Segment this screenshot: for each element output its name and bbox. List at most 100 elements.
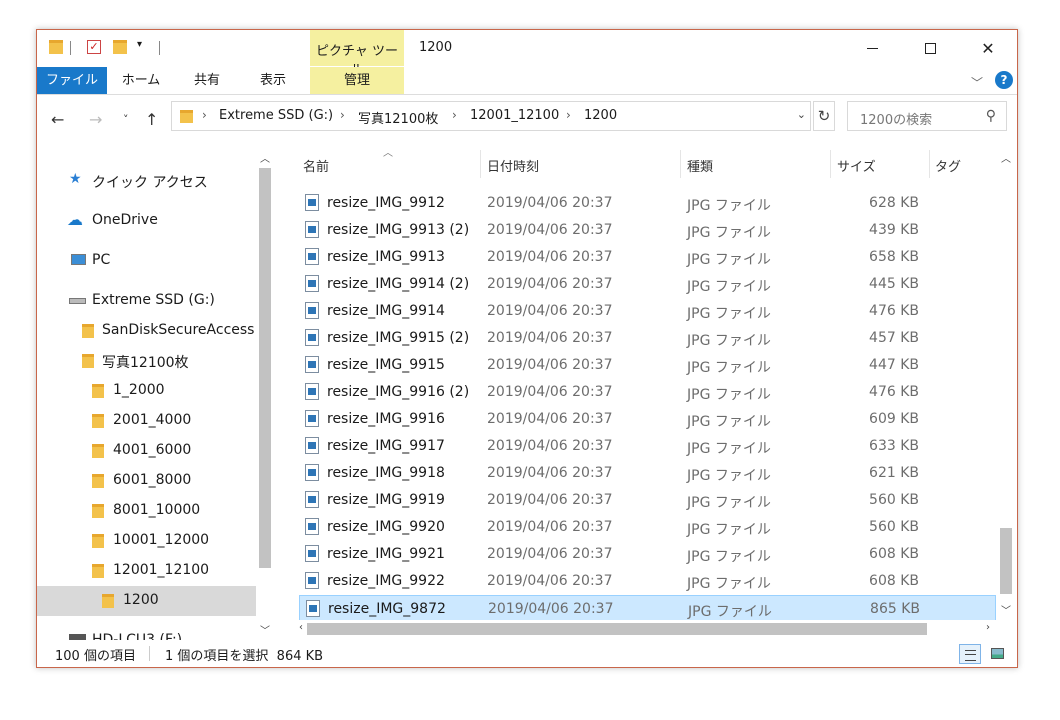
file-row[interactable]: resize_IMG_9914 (2) 2019/04/06 20:37 JPG フ… — [299, 271, 996, 298]
nav-item-1-2000[interactable]: 1_2000 — [37, 376, 257, 406]
tab-view[interactable]: 表示 — [249, 67, 297, 94]
scroll-up-icon[interactable]: ︿ — [256, 150, 274, 165]
breadcrumb-drive[interactable]: Extreme SSD (G:) — [219, 108, 333, 123]
nav-item-1200[interactable]: 1200 — [37, 586, 256, 616]
nav-item-8001-10000[interactable]: 8001_10000 — [37, 496, 257, 526]
navigation-pane: ★ クイック アクセス ☁ OneDrive PC Extreme SSD (G… — [37, 146, 274, 640]
folder-icon — [92, 474, 104, 488]
file-row[interactable]: resize_IMG_9912 2019/04/06 20:37 JPG ファイル 6… — [299, 190, 996, 217]
file-row[interactable]: resize_IMG_9915 2019/04/06 20:37 JPG ファイル 4… — [299, 352, 996, 379]
column-divider[interactable] — [680, 150, 681, 178]
nav-item-6001-8000[interactable]: 6001_8000 — [37, 466, 257, 496]
help-icon[interactable]: ? — [995, 71, 1013, 89]
large-icons-view-icon — [991, 648, 1004, 659]
chevron-right-icon[interactable]: › — [340, 108, 345, 122]
selection-info: 1 個の項目を選択 864 KB — [165, 649, 324, 664]
nav-item-4001-6000[interactable]: 4001_6000 — [37, 436, 257, 466]
column-date[interactable]: 日付時刻 — [487, 156, 539, 175]
properties-icon[interactable]: ✓ — [87, 40, 101, 54]
recent-locations-button[interactable]: ˅ — [123, 113, 129, 126]
nav-item-10001-12000[interactable]: 10001_12000 — [37, 526, 257, 556]
column-size[interactable]: サイズ — [837, 156, 876, 175]
file-row[interactable]: resize_IMG_9922 2019/04/06 20:37 JPG ファイル 6… — [299, 568, 996, 595]
scroll-down-icon[interactable]: ﹀ — [256, 622, 274, 637]
breadcrumb-current[interactable]: 1200 — [584, 108, 617, 123]
nav-scrollbar[interactable]: ︿ ﹀ — [256, 146, 274, 640]
cloud-icon: ☁ — [67, 210, 83, 229]
qat-customize-icon[interactable]: ▾ — [137, 39, 142, 50]
breadcrumb-photos[interactable]: 写真12100枚 — [358, 108, 438, 127]
column-type[interactable]: 種類 — [687, 156, 713, 175]
status-separator — [149, 646, 150, 661]
file-list-scroll-thumb[interactable] — [1000, 528, 1012, 594]
tab-home[interactable]: ホーム — [117, 67, 165, 94]
nav-item-12001-12100[interactable]: 12001_12100 — [37, 556, 257, 586]
file-row[interactable]: resize_IMG_9919 2019/04/06 20:37 JPG ファイル 5… — [299, 487, 996, 514]
file-row[interactable]: resize_IMG_9916 (2) 2019/04/06 20:37 JPG フ… — [299, 379, 996, 406]
large-icons-view-button[interactable] — [987, 644, 1009, 664]
up-button[interactable]: ↑ — [145, 110, 158, 129]
file-name: resize_IMG_9918 — [327, 465, 445, 481]
scroll-up-icon[interactable]: ︿ — [997, 150, 1015, 165]
nav-item-photos[interactable]: 写真12100枚 — [37, 346, 257, 376]
file-date: 2019/04/06 20:37 — [487, 384, 613, 400]
close-button[interactable]: ✕ — [959, 30, 1017, 66]
forward-button[interactable]: → — [89, 110, 102, 129]
file-date: 2019/04/06 20:37 — [487, 546, 613, 562]
address-dropdown-icon[interactable]: ⌄ — [797, 108, 806, 121]
breadcrumb-range[interactable]: 12001_12100 — [470, 108, 559, 123]
nav-item-quick-access[interactable]: ★ クイック アクセス — [37, 166, 257, 196]
file-row[interactable]: resize_IMG_9920 2019/04/06 20:37 JPG ファイル 5… — [299, 514, 996, 541]
nav-item-2001-4000[interactable]: 2001_4000 — [37, 406, 257, 436]
nav-item-pc[interactable]: PC — [37, 246, 257, 276]
nav-label: Extreme SSD (G:) — [92, 292, 215, 308]
file-row[interactable]: resize_IMG_9918 2019/04/06 20:37 JPG ファイル 6… — [299, 460, 996, 487]
tab-file[interactable]: ファイル — [37, 67, 107, 94]
chevron-right-icon[interactable]: › — [202, 108, 207, 122]
nav-item-hd-lcu3[interactable]: HD-LCU3 (F:) — [37, 626, 257, 640]
file-row[interactable]: resize_IMG_9921 2019/04/06 20:37 JPG ファイル 6… — [299, 541, 996, 568]
search-input[interactable]: 1200の検索 ⚲ — [847, 101, 1007, 131]
tab-manage[interactable]: 管理 — [310, 67, 404, 94]
ribbon-expand-icon[interactable]: ﹀ — [971, 74, 983, 91]
new-folder-icon[interactable] — [113, 40, 127, 54]
file-row[interactable]: resize_IMG_9913 2019/04/06 20:37 JPG ファイル 6… — [299, 244, 996, 271]
file-type: JPG ファイル — [687, 522, 771, 538]
file-row[interactable]: resize_IMG_9913 (2) 2019/04/06 20:37 JPG フ… — [299, 217, 996, 244]
file-row[interactable]: resize_IMG_9915 (2) 2019/04/06 20:37 JPG フ… — [299, 325, 996, 352]
back-button[interactable]: ← — [51, 110, 64, 129]
file-type: JPG ファイル — [687, 576, 771, 592]
nav-item-sandisk[interactable]: SanDiskSecureAccess — [37, 316, 257, 346]
file-date: 2019/04/06 20:37 — [487, 465, 613, 481]
star-icon: ★ — [69, 171, 82, 187]
horizontal-scrollbar[interactable]: ‹ › — [295, 620, 997, 638]
chevron-right-icon[interactable]: › — [452, 108, 457, 122]
file-row[interactable]: resize_IMG_9916 2019/04/06 20:37 JPG ファイル 6… — [299, 406, 996, 433]
column-divider[interactable] — [480, 150, 481, 178]
file-row[interactable]: resize_IMG_9872 2019/04/06 20:37 JPG ファイル 8… — [299, 595, 996, 620]
horizontal-scroll-thumb[interactable] — [307, 623, 927, 635]
nav-item-onedrive[interactable]: ☁ OneDrive — [37, 206, 257, 236]
nav-item-extreme-ssd[interactable]: Extreme SSD (G:) — [37, 286, 257, 316]
address-bar[interactable]: › Extreme SSD (G:) › 写真12100枚 › 12001_12… — [171, 101, 811, 131]
column-divider[interactable] — [929, 150, 930, 178]
details-view-button[interactable] — [959, 644, 981, 664]
image-file-icon — [305, 491, 319, 508]
scroll-down-icon[interactable]: ﹀ — [997, 602, 1015, 617]
file-list-scrollbar[interactable]: ︿ ﹀ — [997, 146, 1015, 620]
scroll-right-icon[interactable]: › — [979, 622, 997, 633]
nav-label: 1_2000 — [113, 382, 165, 398]
minimize-button[interactable] — [843, 30, 901, 66]
column-divider[interactable] — [830, 150, 831, 178]
file-row[interactable]: resize_IMG_9917 2019/04/06 20:37 JPG ファイル 6… — [299, 433, 996, 460]
file-row[interactable]: resize_IMG_9914 2019/04/06 20:37 JPG ファイル 4… — [299, 298, 996, 325]
refresh-button[interactable]: ↻ — [813, 101, 835, 131]
chevron-right-icon[interactable]: › — [566, 108, 571, 122]
column-name[interactable]: 名前 — [303, 156, 329, 175]
nav-scroll-thumb[interactable] — [259, 168, 271, 568]
folder-icon — [92, 384, 104, 398]
maximize-button[interactable] — [901, 30, 959, 66]
column-tags[interactable]: タグ — [935, 156, 961, 175]
tab-share[interactable]: 共有 — [185, 67, 229, 94]
nav-label: 写真12100枚 — [102, 355, 189, 371]
